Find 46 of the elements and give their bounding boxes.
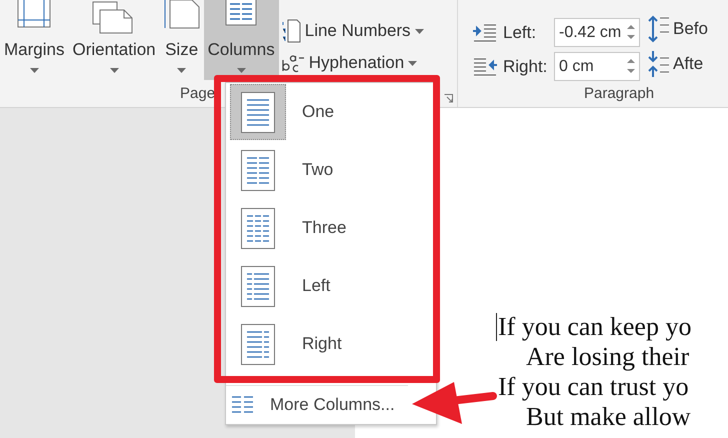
dropdown-caret-icon [177, 68, 186, 73]
more-columns-item[interactable]: More Columns... [226, 385, 408, 424]
dropdown-caret-icon [110, 68, 119, 73]
document-text-line: Are losing their [525, 342, 690, 372]
indent-right-icon [472, 56, 498, 76]
text-cursor [496, 313, 497, 341]
margins-button[interactable]: Margins [0, 0, 68, 80]
group-label: Page [180, 84, 216, 104]
document-text-line: If you can trust yo [498, 372, 690, 402]
indent-label: Left: [503, 22, 538, 42]
group-label: Paragraph [584, 84, 654, 104]
column-layout-icon [241, 266, 275, 306]
spacing-label: Afte [673, 54, 704, 74]
indent-left-icon [472, 22, 498, 42]
column-layout-icon [241, 208, 275, 248]
columns-button[interactable]: Columns [204, 0, 279, 80]
indent-left-field[interactable]: -0.42 cm [554, 18, 640, 47]
spinner-arrows-icon[interactable] [627, 58, 635, 74]
dropdown-caret-icon [414, 28, 424, 34]
column-option[interactable]: Three [226, 199, 424, 257]
column-layout-icon [241, 324, 275, 364]
dialog-launcher-icon[interactable] [444, 94, 453, 103]
hyphenation-button[interactable]: Hyphenation [280, 50, 424, 76]
column-option[interactable]: Right [226, 315, 424, 373]
orientation-button[interactable]: Orientation [68, 0, 160, 80]
spacing-label: Befo [673, 19, 708, 39]
column-option[interactable]: Two [226, 141, 424, 199]
dropdown-caret-icon [30, 68, 39, 73]
dropdown-caret-icon [236, 68, 246, 73]
line-numbers-button[interactable]: Line Numbers [280, 18, 424, 44]
spinner-arrows-icon[interactable] [627, 24, 635, 40]
size-button[interactable]: Size [160, 0, 204, 80]
spacing-before-icon [648, 15, 670, 43]
columns-icon [225, 0, 258, 26]
line-numbers-icon [280, 19, 301, 43]
document-text-line: But make allow [525, 402, 692, 432]
indent-right-field[interactable]: 0 cm [554, 52, 640, 81]
columns-list-icon [232, 395, 254, 415]
spacing-after-icon [648, 50, 670, 78]
document-text-line: If you can keep yo [498, 312, 692, 342]
column-option[interactable]: One [226, 83, 424, 141]
column-layout-icon [241, 150, 275, 190]
indent-label: Right: [503, 56, 548, 76]
column-option[interactable]: Left [226, 257, 424, 315]
dropdown-caret-icon [408, 60, 418, 66]
column-layout-icon [241, 92, 275, 132]
